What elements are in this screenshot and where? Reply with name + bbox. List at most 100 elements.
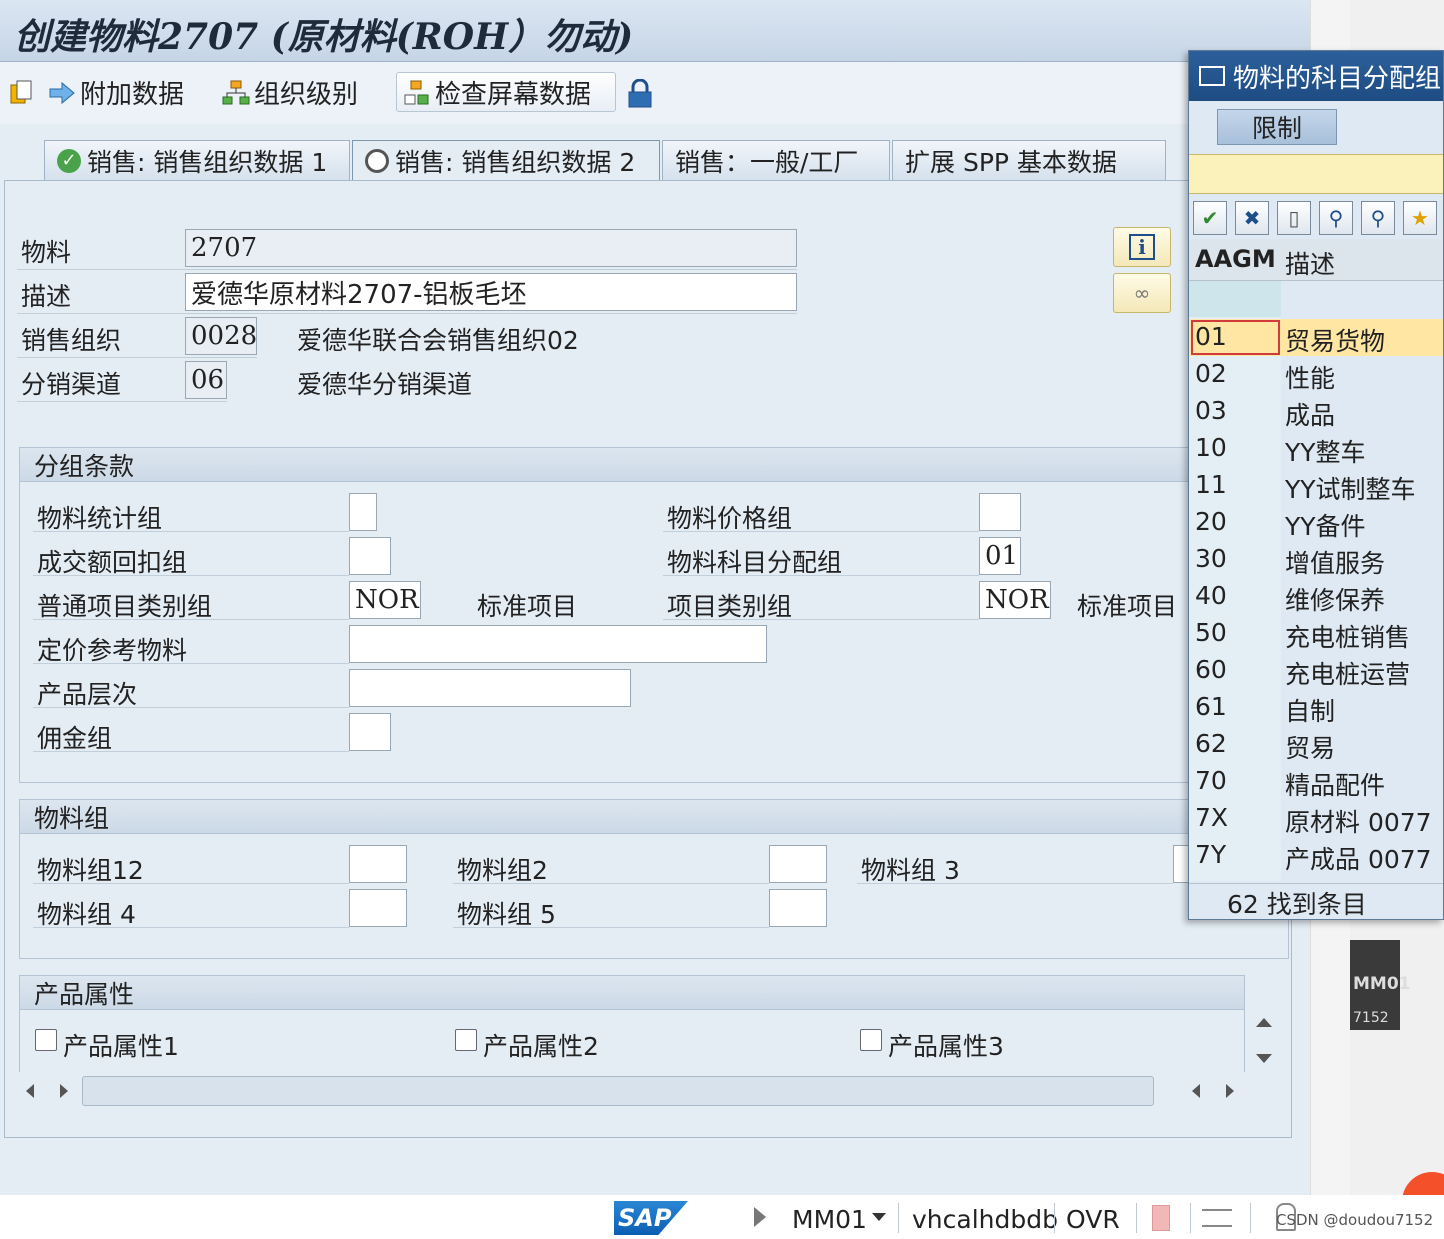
add-favorite-icon[interactable]: ★ [1403,201,1437,235]
new-entry-button[interactable] [8,72,40,112]
display-button[interactable]: ∞ [1113,273,1171,313]
gen-item-cat-group-label: 普通项目类别组 [37,592,213,621]
arrow-right-icon [48,79,75,105]
find-next-icon[interactable]: ⚲ [1361,201,1395,235]
list-item[interactable]: 20 YY备件 [1189,504,1443,541]
material-group-5-field[interactable] [769,889,827,927]
scroll-left-icon[interactable] [26,1084,34,1098]
product-attr-2-checkbox[interactable] [455,1029,477,1051]
product-attributes-group: 产品属性 [19,975,1245,1075]
stat-group-label: 物料统计组 [37,504,163,533]
scroll-thumb[interactable] [82,1076,1154,1106]
row-code: 50 [1195,618,1227,647]
row-desc: 充电桩运营 [1285,660,1411,689]
list-item[interactable]: 61 自制 [1189,689,1443,726]
popup-window-icon [1199,66,1225,86]
price-group-field[interactable] [979,493,1021,531]
list-item[interactable]: 11 YY试制整车 [1189,467,1443,504]
dropdown-icon[interactable] [872,1213,886,1221]
tab-restrictions[interactable]: 限制 [1217,109,1337,145]
material-group-4-field[interactable] [349,889,407,927]
taskbar-thumbnail[interactable]: MM01 7152 [1350,940,1411,1030]
item-cat-group-text: 标准项目 [1077,592,1178,621]
material-group-12-label: 物料组12 [37,856,144,885]
scroll-down-icon[interactable] [1256,1054,1272,1063]
scroll-up-icon[interactable] [1256,1018,1272,1027]
check-data-icon [403,79,429,105]
server-name: vhcalhdbdb [912,1205,1058,1234]
list-item[interactable]: 62 贸易 [1189,726,1443,763]
stat-group-field[interactable] [349,493,377,531]
tab-sales-general-plant[interactable]: 销售：一般/工厂 [662,140,890,180]
list-item[interactable]: 7X 原材料 0077 [1189,800,1443,837]
lock-button[interactable] [626,72,658,112]
row-desc: 维修保养 [1285,586,1386,615]
tab-sales-org-2[interactable]: 销售: 销售组织数据 2 [352,140,660,180]
pricing-ref-field[interactable] [349,625,767,663]
list-item[interactable]: 40 维修保养 [1189,578,1443,615]
item-cat-group-field[interactable]: NORM [979,581,1051,619]
material-field[interactable]: 2707 [185,229,797,267]
transfer-icon[interactable] [1202,1209,1232,1227]
application-toolbar: 附加数据 组织级别 检查屏幕数据 [0,62,1310,124]
rebate-group-field[interactable] [349,537,391,575]
col-desc-header[interactable]: 描述 [1285,245,1335,281]
list-item[interactable]: 10 YY整车 [1189,430,1443,467]
new-document-icon[interactable]: ▯ [1277,201,1311,235]
org-levels-label: 组织级别 [254,79,359,110]
info-button[interactable]: i [1113,227,1171,267]
price-group-label: 物料价格组 [667,504,793,533]
product-attr-1-checkbox[interactable] [35,1029,57,1051]
confirm-icon[interactable]: ✔ [1193,201,1227,235]
list-item[interactable]: 03 成品 [1189,393,1443,430]
tab-content: 物料 2707 描述 爱德华原材料2707-铝板毛坯 销售组织 0028 爱德华… [4,180,1292,1138]
tab-sales-org-1[interactable]: ✓ 销售: 销售组织数据 1 [44,140,350,180]
material-group-5-label: 物料组 5 [457,900,556,929]
material-group-3-label: 物料组 3 [861,856,960,885]
horizontal-scrollbar[interactable] [14,1072,1280,1108]
list-item[interactable]: 01 贸易货物 [1189,319,1443,356]
expand-icon[interactable] [754,1207,766,1227]
additional-data-button[interactable]: 附加数据 [48,72,184,112]
tab-sales-org-2-label: 销售: 销售组织数据 2 [395,147,636,177]
list-item[interactable]: 50 充电桩销售 [1189,615,1443,652]
distribution-channel-label: 分销渠道 [21,370,122,399]
list-item[interactable]: 02 性能 [1189,356,1443,393]
sap-main-window: 创建物料2707 (原材料(ROH）勿动) 附加数据 组织级别 检查屏幕数据 ✓… [0,0,1310,1195]
scroll-left-end-icon[interactable] [1192,1084,1200,1098]
distribution-channel-field[interactable]: 06 [185,361,227,399]
watermark-text: CSDN @doudou7152 [1276,1211,1434,1229]
popup-title: 物料的科目分配组 [1233,63,1442,94]
commission-group-field[interactable] [349,713,391,751]
material-group-12-field[interactable] [349,845,407,883]
list-item[interactable]: 30 增值服务 [1189,541,1443,578]
transaction-code[interactable]: MM01 [792,1205,867,1234]
gen-item-cat-group-field[interactable]: NORM [349,581,421,619]
list-item[interactable]: 70 精品配件 [1189,763,1443,800]
status-bar: SAP MM01 vhcalhdbdb OVR CSDN @doudou7152 [600,1195,1444,1239]
list-item[interactable]: 7Y 产成品 0077 [1189,837,1443,874]
row-desc: 产成品 0077 [1285,845,1432,874]
list-item[interactable]: 60 充电桩运营 [1189,652,1443,689]
material-group-2-field[interactable] [769,845,827,883]
tab-extend-spp[interactable]: 扩展 SPP 基本数据 [892,140,1166,180]
cancel-icon[interactable]: ✖ [1235,201,1269,235]
acct-assign-group-field[interactable]: 01 [979,537,1021,575]
sales-org-text: 爱德华联合会销售组织02 [297,326,579,355]
product-hierarchy-field[interactable] [349,669,631,707]
description-field[interactable]: 爱德华原材料2707-铝板毛坯 [185,273,797,311]
sales-org-field[interactable]: 0028 [185,317,257,355]
vertical-scrollbar[interactable] [1248,1010,1280,1072]
check-screen-data-button[interactable]: 检查屏幕数据 [396,72,616,112]
insert-mode[interactable]: OVR [1066,1205,1120,1234]
scroll-right-icon[interactable] [60,1084,68,1098]
scroll-right-end-icon[interactable] [1226,1084,1234,1098]
col-aagm-header[interactable]: AAGM [1195,245,1276,273]
find-icon[interactable]: ⚲ [1319,201,1353,235]
row-desc: 充电桩销售 [1285,623,1411,652]
row-code: 01 [1195,322,1227,351]
popup-toolbar: ✔ ✖ ▯ ⚲ ⚲ ★ [1189,199,1443,237]
product-attr-3-checkbox[interactable] [860,1029,882,1051]
org-levels-button[interactable]: 组织级别 [222,72,358,112]
row-desc: 自制 [1285,697,1336,726]
